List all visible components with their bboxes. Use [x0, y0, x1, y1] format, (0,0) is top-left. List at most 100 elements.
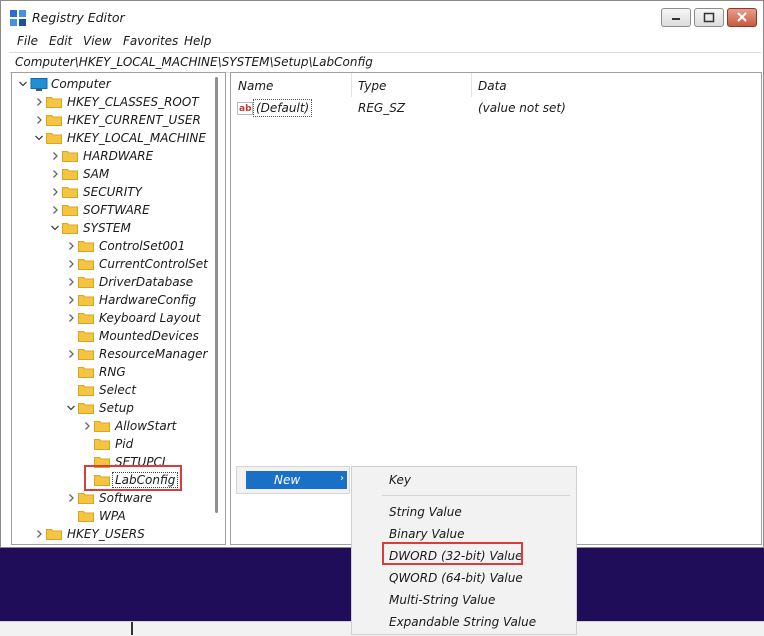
folder-icon: [78, 312, 94, 324]
title-bar[interactable]: Registry Editor: [1, 1, 763, 31]
tree-node-label: AllowStart: [115, 419, 177, 433]
folder-icon: [78, 240, 94, 252]
column-type-header[interactable]: Type: [358, 79, 386, 93]
folder-icon: [46, 96, 62, 108]
menu-help[interactable]: Help: [184, 34, 211, 48]
chevron-right-icon[interactable]: [50, 165, 60, 183]
computer-icon: [30, 78, 48, 91]
chevron-down-icon[interactable]: [50, 219, 60, 237]
chevron-right-icon[interactable]: [34, 111, 44, 129]
maximize-icon: [703, 12, 715, 23]
value-name: (Default): [253, 99, 313, 117]
submenu-separator: [382, 495, 570, 496]
tree-node-label: CurrentControlSet: [99, 257, 208, 271]
context-menu: New ›: [236, 466, 350, 494]
tree-node-label: HKEY_LOCAL_MACHINE: [67, 131, 206, 145]
folder-icon: [78, 384, 94, 396]
chevron-right-icon[interactable]: [66, 273, 76, 291]
folder-icon: [46, 114, 62, 126]
chevron-right-icon[interactable]: [66, 309, 76, 327]
tree-node-label: DriverDatabase: [99, 275, 194, 289]
submenu-binary-value[interactable]: Binary Value: [389, 527, 465, 541]
menu-view[interactable]: View: [83, 34, 112, 48]
folder-icon: [62, 204, 78, 216]
tree-node-label: SOFTWARE: [83, 203, 150, 217]
tree-node-label: Keyboard Layout: [99, 311, 201, 325]
folder-icon: [46, 528, 62, 540]
chevron-right-icon[interactable]: [66, 345, 76, 363]
submenu-expandable-string-value[interactable]: Expandable String Value: [389, 615, 536, 629]
folder-icon: [62, 222, 78, 234]
chevron-right-icon[interactable]: [82, 417, 92, 435]
tree-node-label: Software: [99, 491, 153, 505]
submenu-key[interactable]: Key: [389, 473, 411, 487]
column-data-header[interactable]: Data: [478, 79, 507, 93]
folder-icon: [78, 276, 94, 288]
menu-bar: File Edit View Favorites Help: [1, 32, 763, 52]
folder-icon: [62, 150, 78, 162]
tree-node-label: SAM: [83, 167, 110, 181]
submenu-qword-value[interactable]: QWORD (64-bit) Value: [389, 571, 523, 585]
tree-node-label: SYSTEM: [83, 221, 131, 235]
svg-text:ab: ab: [239, 104, 252, 114]
folder-icon: [62, 186, 78, 198]
chevron-down-icon[interactable]: [66, 399, 76, 417]
address-path: Computer\HKEY_LOCAL_MACHINE\SYSTEM\Setup…: [15, 55, 373, 69]
chevron-right-icon[interactable]: [66, 237, 76, 255]
folder-icon: [94, 438, 110, 450]
address-bar[interactable]: Computer\HKEY_LOCAL_MACHINE\SYSTEM\Setup…: [9, 52, 761, 73]
string-value-icon: ab: [237, 102, 253, 115]
chevron-right-icon[interactable]: [50, 147, 60, 165]
folder-icon: [62, 168, 78, 180]
close-button[interactable]: [727, 8, 757, 27]
tree-scrollbar[interactable]: [212, 73, 224, 544]
tree-node-label: HardwareConfig: [99, 293, 197, 307]
tree-node-label: MountedDevices: [99, 329, 199, 343]
folder-icon: [78, 330, 94, 342]
scrollbar-thumb[interactable]: [215, 77, 218, 513]
chevron-right-icon[interactable]: [50, 201, 60, 219]
chevron-right-icon[interactable]: [50, 183, 60, 201]
new-label: New: [274, 473, 301, 487]
menu-file[interactable]: File: [17, 34, 38, 48]
window-title: Registry Editor: [32, 10, 125, 25]
labconfig-highlight: [84, 465, 182, 491]
submenu-multi-string-value[interactable]: Multi-String Value: [389, 593, 495, 607]
folder-icon: [78, 492, 94, 504]
submenu-string-value[interactable]: String Value: [389, 505, 462, 519]
chevron-right-icon[interactable]: [66, 291, 76, 309]
tree-node-label: Setup: [99, 401, 134, 415]
chevron-right-icon[interactable]: [66, 489, 76, 507]
context-menu-new[interactable]: New ›: [246, 471, 347, 489]
chevron-right-icon[interactable]: [66, 255, 76, 273]
close-icon: [737, 12, 747, 22]
chevron-right-icon[interactable]: [34, 525, 44, 543]
chevron-right-icon[interactable]: [34, 93, 44, 111]
minimize-button[interactable]: [661, 8, 691, 27]
menu-favorites[interactable]: Favorites: [123, 34, 178, 48]
tree-node-label: RNG: [99, 365, 126, 379]
chevron-down-icon[interactable]: [18, 75, 28, 93]
dword-highlight: [382, 542, 523, 565]
column-name-header[interactable]: Name: [238, 79, 273, 93]
folder-icon: [94, 420, 110, 432]
tree-node-label: HKEY_USERS: [67, 527, 145, 541]
tree-node-label: HKEY_CURRENT_USER: [67, 113, 201, 127]
tree-node-label: Select: [99, 383, 137, 397]
tree-node-label: SECURITY: [83, 185, 142, 199]
folder-icon: [78, 258, 94, 270]
folder-icon: [78, 402, 94, 414]
tree-node-label: ResourceManager: [99, 347, 208, 361]
value-type: REG_SZ: [358, 101, 406, 115]
tree-node-label: WPA: [99, 509, 126, 523]
folder-icon: [78, 294, 94, 306]
tree-node-label: HARDWARE: [83, 149, 154, 163]
menu-edit[interactable]: Edit: [49, 34, 72, 48]
maximize-button[interactable]: [694, 8, 724, 27]
chevron-down-icon[interactable]: [34, 129, 44, 147]
value-data: (value not set): [478, 101, 566, 115]
